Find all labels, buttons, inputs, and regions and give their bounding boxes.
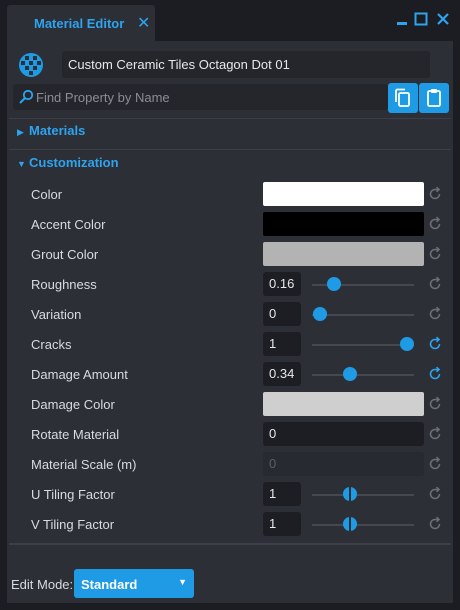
search-placeholder: Find Property by Name <box>36 90 170 105</box>
material-editor-panel: Custom Ceramic Tiles Octagon Dot 01 Find… <box>7 41 453 603</box>
copy-icon <box>395 88 410 107</box>
number-field[interactable]: 0 <box>263 302 301 326</box>
color-swatch[interactable] <box>263 212 424 236</box>
reset-icon[interactable] <box>427 456 443 472</box>
number-field[interactable]: 1 <box>263 332 301 356</box>
number-field[interactable]: 0.34 <box>263 362 301 386</box>
property-label: Material Scale (m) <box>31 457 137 472</box>
slider-track[interactable] <box>312 524 414 526</box>
reset-icon[interactable] <box>427 216 443 232</box>
property-label: Grout Color <box>31 247 99 262</box>
property-label: Roughness <box>31 277 97 292</box>
clipboard-icon <box>427 89 441 107</box>
number-field[interactable]: 0.16 <box>263 272 301 296</box>
reset-icon[interactable] <box>427 426 443 442</box>
slider-handle[interactable] <box>342 487 357 501</box>
number-field[interactable]: 1 <box>263 482 301 506</box>
color-swatch[interactable] <box>263 242 424 266</box>
minimize-icon[interactable] <box>395 12 409 26</box>
property-label: Cracks <box>31 337 72 352</box>
slider-track[interactable] <box>312 494 414 496</box>
number-field: 0 <box>263 452 424 476</box>
property-label: Variation <box>31 307 82 322</box>
reset-icon[interactable] <box>427 486 443 502</box>
reset-icon[interactable] <box>427 246 443 262</box>
property-label: Accent Color <box>31 217 106 232</box>
maximize-icon[interactable] <box>414 12 428 26</box>
property-label: Rotate Material <box>31 427 120 442</box>
slider-track[interactable] <box>312 374 414 376</box>
edit-mode-label: Edit Mode: <box>11 577 74 592</box>
property-label: V Tiling Factor <box>31 517 115 532</box>
section-materials[interactable]: ▶ Materials <box>17 123 85 138</box>
divider <box>9 149 451 150</box>
number-field[interactable]: 1 <box>263 512 301 536</box>
reset-icon[interactable] <box>427 516 443 532</box>
paste-button[interactable] <box>419 83 449 113</box>
copy-button[interactable] <box>388 83 418 113</box>
close-window-icon[interactable] <box>436 12 450 26</box>
tab-title: Material Editor <box>34 16 125 31</box>
slider-handle[interactable] <box>399 337 414 351</box>
divider <box>9 118 451 119</box>
search-icon <box>19 89 34 104</box>
slider-handle[interactable] <box>313 307 328 321</box>
section-customization[interactable]: ▼ Customization <box>17 155 119 170</box>
property-label: Color <box>31 187 63 202</box>
section-materials-label: Materials <box>29 123 86 138</box>
object-name-field[interactable]: Custom Ceramic Tiles Octagon Dot 01 <box>62 51 430 78</box>
property-row: Accent Color <box>7 209 453 239</box>
reset-icon[interactable] <box>427 336 443 352</box>
property-row: Material Scale (m) 0 <box>7 449 453 479</box>
divider <box>9 543 451 545</box>
property-label: Damage Amount <box>31 367 128 382</box>
property-row: Roughness 0.16 <box>7 269 453 299</box>
edit-mode-value: Standard <box>81 577 138 592</box>
property-row: Damage Amount 0.34 <box>7 359 453 389</box>
color-swatch[interactable] <box>263 392 424 416</box>
property-row: Color <box>7 179 453 209</box>
property-row: Damage Color <box>7 389 453 419</box>
property-row: Rotate Material 0 <box>7 419 453 449</box>
property-row: U Tiling Factor 1 <box>7 479 453 509</box>
property-row: Cracks 1 <box>7 329 453 359</box>
edit-mode-dropdown[interactable]: Standard ▼ <box>74 569 194 598</box>
property-label: U Tiling Factor <box>31 487 115 502</box>
reset-icon[interactable] <box>427 186 443 202</box>
chevron-right-icon: ▶ <box>17 127 24 137</box>
slider-handle[interactable] <box>342 367 357 381</box>
reset-icon[interactable] <box>427 276 443 292</box>
title-bar: Material Editor ✕ <box>0 0 460 46</box>
reset-icon[interactable] <box>427 366 443 382</box>
reset-icon[interactable] <box>427 396 443 412</box>
property-row: V Tiling Factor 1 <box>7 509 453 539</box>
section-customization-label: Customization <box>29 155 119 170</box>
slider-handle[interactable] <box>342 517 357 531</box>
property-label: Damage Color <box>31 397 115 412</box>
color-swatch[interactable] <box>263 182 424 206</box>
tab-material-editor[interactable]: Material Editor ✕ <box>7 5 155 41</box>
slider-track[interactable] <box>312 314 414 316</box>
material-sphere-icon <box>19 53 43 77</box>
search-input[interactable]: Find Property by Name <box>13 84 388 110</box>
reset-icon[interactable] <box>427 306 443 322</box>
number-field[interactable]: 0 <box>263 422 424 446</box>
chevron-down-icon: ▼ <box>178 577 187 587</box>
slider-track[interactable] <box>312 344 414 346</box>
chevron-down-icon: ▼ <box>17 159 26 169</box>
property-row: Grout Color <box>7 239 453 269</box>
property-row: Variation 0 <box>7 299 453 329</box>
close-tab-icon[interactable]: ✕ <box>137 13 150 33</box>
slider-handle[interactable] <box>327 277 342 291</box>
